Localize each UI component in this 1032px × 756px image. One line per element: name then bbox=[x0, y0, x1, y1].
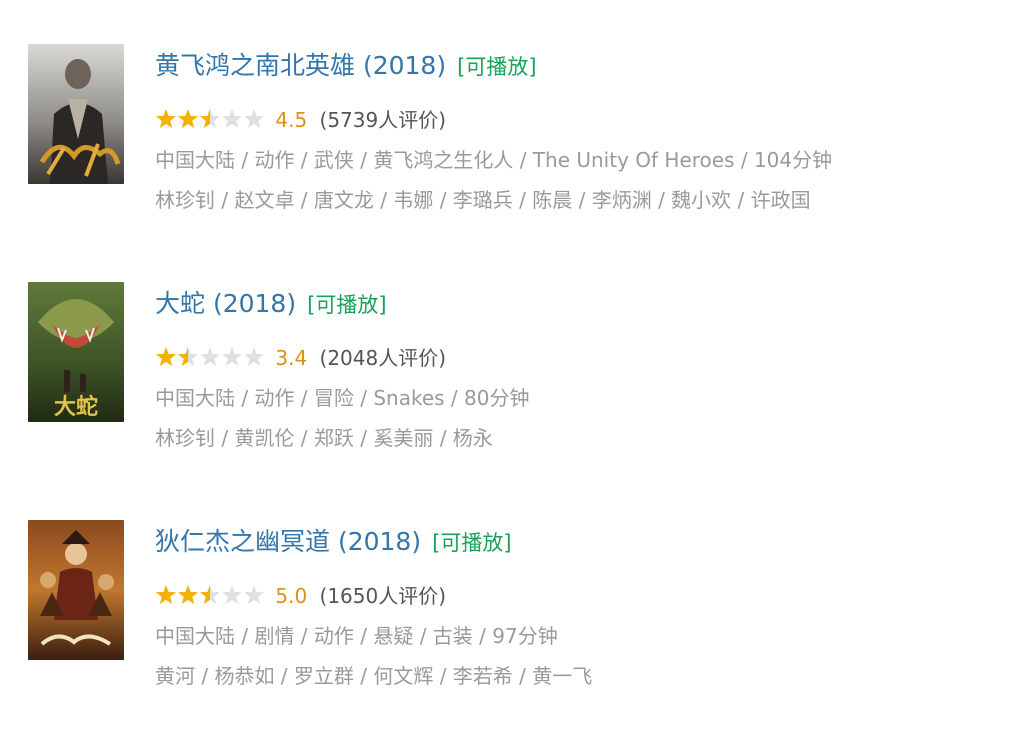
star-empty-icon bbox=[244, 585, 264, 604]
star-empty-icon bbox=[244, 109, 264, 128]
star-empty-icon bbox=[200, 347, 220, 366]
title-line: 大蛇 (2018) [可播放] bbox=[155, 280, 1015, 328]
star-full-icon bbox=[156, 585, 176, 604]
rating-score: 5.0 bbox=[275, 584, 308, 608]
rating-count: (5739人评价) bbox=[319, 108, 447, 132]
svg-text:大蛇: 大蛇 bbox=[54, 394, 98, 420]
star-empty-icon bbox=[222, 109, 242, 128]
movie-cast: 黄河 / 杨恭如 / 罗立群 / 何文辉 / 李若希 / 黄一飞 bbox=[155, 664, 593, 688]
movie-item: 大蛇 大蛇 (2018) [可播放] 3.4 (2048人评价) 中国大陆 / … bbox=[28, 280, 1018, 518]
movie-info: 中国大陆 / 动作 / 冒险 / Snakes / 80分钟 bbox=[155, 386, 530, 410]
movie-cast: 林珍钊 / 黄凯伦 / 郑跃 / 奚美丽 / 杨永 bbox=[155, 426, 493, 450]
rating-count: (1650人评价) bbox=[319, 584, 447, 608]
rating-line: 4.5 (5739人评价) bbox=[155, 102, 1015, 138]
movie-poster-image[interactable] bbox=[28, 520, 124, 660]
movie-cast: 林珍钊 / 赵文卓 / 唐文龙 / 韦娜 / 李璐兵 / 陈晨 / 李炳渊 / … bbox=[155, 188, 811, 212]
star-rating-icon bbox=[156, 347, 264, 366]
movie-info: 中国大陆 / 剧情 / 动作 / 悬疑 / 古装 / 97分钟 bbox=[155, 624, 558, 648]
movie-info: 中国大陆 / 动作 / 武侠 / 黄飞鸿之生化人 / The Unity Of … bbox=[155, 148, 833, 172]
rating-line: 5.0 (1650人评价) bbox=[155, 578, 1015, 614]
poster-snake-icon: 大蛇 bbox=[28, 282, 124, 422]
star-empty-icon bbox=[244, 347, 264, 366]
movie-content: 大蛇 (2018) [可播放] 3.4 (2048人评价) 中国大陆 / 动作 … bbox=[155, 280, 1015, 456]
poster-ancient-drama-icon bbox=[28, 520, 124, 660]
playable-badge[interactable]: [可播放] bbox=[307, 293, 386, 317]
movie-title-link[interactable]: 大蛇 (2018) bbox=[155, 289, 296, 318]
rating-score: 3.4 bbox=[275, 346, 308, 370]
star-full-icon bbox=[178, 585, 198, 604]
movie-poster-image[interactable]: 大蛇 bbox=[28, 282, 124, 422]
star-rating-icon bbox=[156, 109, 264, 128]
rating-count: (2048人评价) bbox=[319, 346, 447, 370]
star-rating-icon bbox=[156, 585, 264, 604]
title-line: 狄仁杰之幽冥道 (2018) [可播放] bbox=[155, 518, 1015, 566]
movie-list: 黄飞鸿之南北英雄 (2018) [可播放] 4.5 (5739人评价) 中国大陆… bbox=[28, 42, 1018, 756]
star-full-icon bbox=[156, 347, 176, 366]
movie-item: 狄仁杰之幽冥道 (2018) [可播放] 5.0 (1650人评价) 中国大陆 … bbox=[28, 518, 1018, 756]
playable-badge[interactable]: [可播放] bbox=[432, 531, 511, 555]
poster-martial-arts-icon bbox=[28, 44, 124, 184]
playable-badge[interactable]: [可播放] bbox=[457, 55, 536, 79]
star-empty-icon bbox=[222, 585, 242, 604]
movie-title-link[interactable]: 黄飞鸿之南北英雄 (2018) bbox=[155, 51, 446, 80]
star-full-icon bbox=[156, 109, 176, 128]
rating-score: 4.5 bbox=[275, 108, 308, 132]
movie-item: 黄飞鸿之南北英雄 (2018) [可播放] 4.5 (5739人评价) 中国大陆… bbox=[28, 42, 1018, 280]
rating-line: 3.4 (2048人评价) bbox=[155, 340, 1015, 376]
star-empty-icon bbox=[222, 347, 242, 366]
title-line: 黄飞鸿之南北英雄 (2018) [可播放] bbox=[155, 42, 1015, 90]
movie-title-link[interactable]: 狄仁杰之幽冥道 (2018) bbox=[155, 527, 421, 556]
movie-content: 狄仁杰之幽冥道 (2018) [可播放] 5.0 (1650人评价) 中国大陆 … bbox=[155, 518, 1015, 694]
movie-content: 黄飞鸿之南北英雄 (2018) [可播放] 4.5 (5739人评价) 中国大陆… bbox=[155, 42, 1015, 218]
star-full-icon bbox=[178, 109, 198, 128]
movie-poster-image[interactable] bbox=[28, 44, 124, 184]
